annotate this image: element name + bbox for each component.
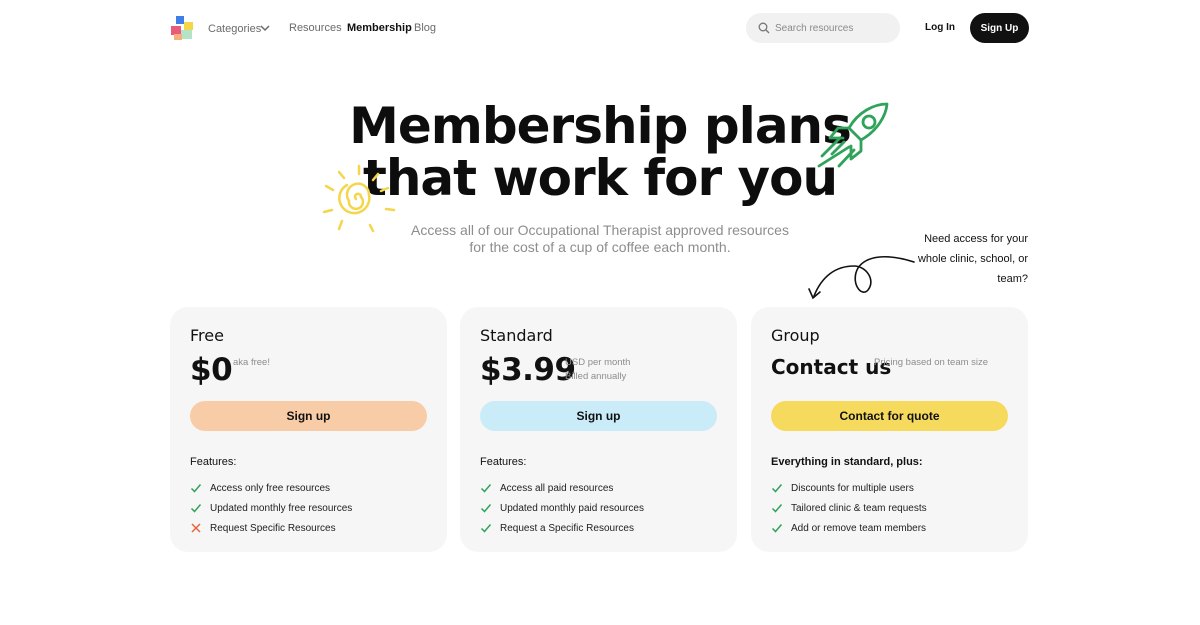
login-link[interactable]: Log In <box>925 22 955 33</box>
feature-item: Discounts for multiple users <box>771 478 927 498</box>
page-title: Membership plans that work for you <box>0 100 1200 204</box>
signup-button[interactable]: Sign Up <box>970 13 1029 43</box>
hero-subtitle: Access all of our Occupational Therapist… <box>411 222 789 255</box>
feature-list: Discounts for multiple users Tailored cl… <box>771 478 927 538</box>
plan-name: Standard <box>480 326 553 345</box>
chevron-down-icon[interactable] <box>259 22 271 34</box>
title-line-1: Membership plans <box>349 97 852 155</box>
check-icon <box>480 482 492 494</box>
plan-name: Free <box>190 326 224 345</box>
feature-text: Request Specific Resources <box>210 522 336 534</box>
nav-resources[interactable]: Resources <box>289 22 342 34</box>
feature-item: Access all paid resources <box>480 478 644 498</box>
feature-text: Add or remove team members <box>791 522 927 534</box>
feature-list: Access all paid resources Updated monthl… <box>480 478 644 538</box>
title-line-2: that work for you <box>362 149 838 207</box>
curly-arrow-icon <box>808 256 915 300</box>
free-signup-button[interactable]: Sign up <box>190 401 427 431</box>
check-icon <box>771 482 783 494</box>
feature-item: Request Specific Resources <box>190 518 352 538</box>
features-heading: Features: <box>480 456 527 468</box>
features-heading: Everything in standard, plus: <box>771 456 923 468</box>
nav-categories[interactable]: Categories <box>208 23 261 35</box>
standard-signup-button[interactable]: Sign up <box>480 401 717 431</box>
plan-card-standard: Standard $3.99 USD per month Billed annu… <box>460 307 737 552</box>
plan-price: $0 <box>190 352 233 388</box>
check-icon <box>771 502 783 514</box>
check-icon <box>480 522 492 534</box>
feature-text: Updated monthly free resources <box>210 502 353 514</box>
nav-blog[interactable]: Blog <box>414 22 436 34</box>
feature-item: Access only free resources <box>190 478 352 498</box>
contact-quote-button[interactable]: Contact for quote <box>771 401 1008 431</box>
logo[interactable] <box>170 15 194 41</box>
search-input[interactable] <box>775 20 893 36</box>
check-icon <box>190 482 202 494</box>
check-icon <box>771 522 783 534</box>
plan-price-note: Pricing based on team size <box>874 357 989 368</box>
feature-text: Updated monthly paid resources <box>500 502 644 514</box>
feature-text: Discounts for multiple users <box>791 482 914 494</box>
feature-text: Request a Specific Resources <box>500 522 634 534</box>
feature-item: Updated monthly paid resources <box>480 498 644 518</box>
feature-list: Access only free resources Updated month… <box>190 478 352 538</box>
logo-icon <box>171 16 193 40</box>
sun-doodle-icon <box>322 164 396 233</box>
feature-text: Access only free resources <box>210 482 331 494</box>
check-icon <box>480 502 492 514</box>
plan-card-group: Group Contact us Pricing based on team s… <box>751 307 1028 552</box>
features-heading: Features: <box>190 456 237 468</box>
nav-membership[interactable]: Membership <box>347 22 412 34</box>
price-note-line-1: USD per month <box>565 357 631 368</box>
plan-price-note: aka free! <box>233 357 270 368</box>
feature-text: Access all paid resources <box>500 482 614 494</box>
search-bar[interactable] <box>746 13 900 43</box>
plan-card-free: Free $0 aka free! Sign up Features: Acce… <box>170 307 447 552</box>
feature-text: Tailored clinic & team requests <box>791 502 927 514</box>
plan-price: $3.99 <box>480 352 576 388</box>
feature-item: Request a Specific Resources <box>480 518 644 538</box>
group-access-note: Need access for your whole clinic, schoo… <box>917 233 1028 285</box>
plan-price-note: USD per month Billed annually <box>565 356 630 384</box>
feature-item: Tailored clinic & team requests <box>771 498 927 518</box>
search-icon <box>758 22 770 34</box>
feature-item: Updated monthly free resources <box>190 498 352 518</box>
cross-icon <box>190 522 202 534</box>
plan-name: Group <box>771 326 820 345</box>
check-icon <box>190 502 202 514</box>
price-note-line-2: Billed annually <box>565 371 627 382</box>
rocket-doodle-icon <box>817 102 889 168</box>
feature-item: Add or remove team members <box>771 518 927 538</box>
